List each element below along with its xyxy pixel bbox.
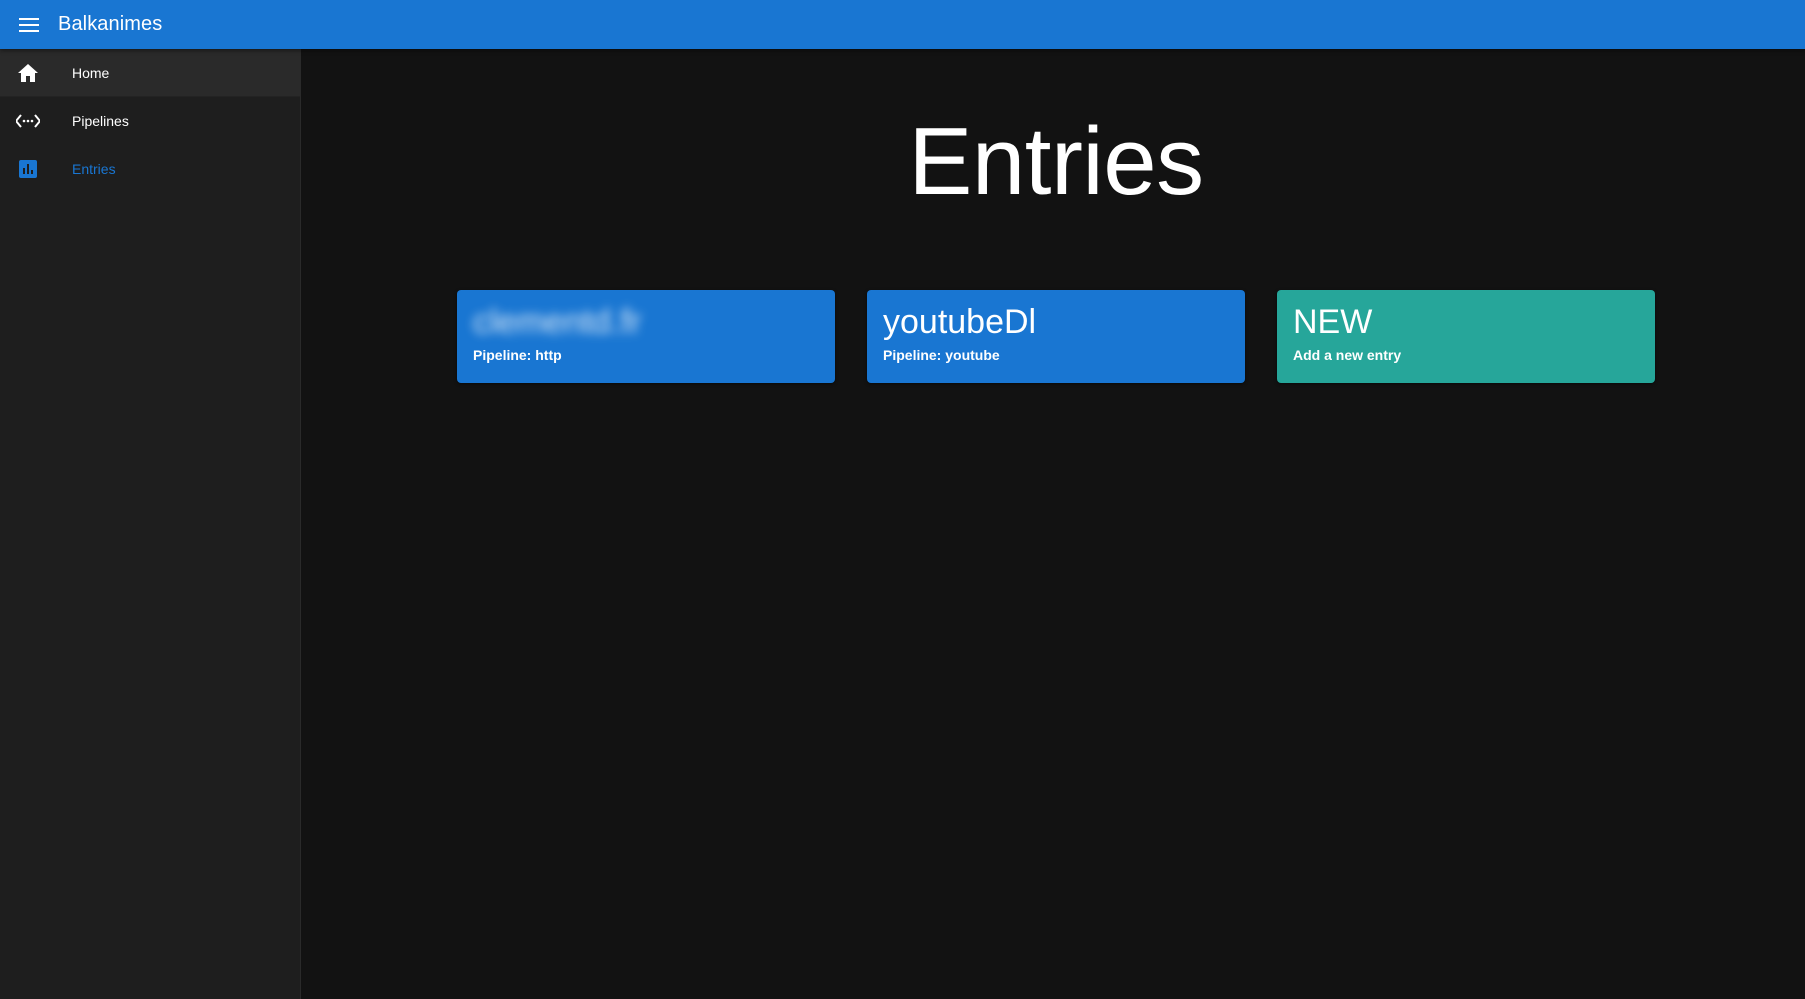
- card-subtitle: Pipeline: youtube: [883, 347, 1000, 363]
- sidebar-item-home[interactable]: Home: [0, 49, 300, 97]
- sidebar: Home Pipelines Entries: [0, 49, 301, 999]
- app-bar: Balkanimes: [0, 0, 1805, 49]
- bar-chart-icon: [0, 160, 56, 178]
- app-title: Balkanimes: [58, 13, 163, 35]
- sidebar-item-label: Entries: [72, 161, 116, 177]
- card-title: youtubeDl: [883, 303, 1037, 341]
- new-entry-card[interactable]: NEW Add a new entry: [1277, 290, 1655, 383]
- sidebar-item-label: Home: [72, 64, 110, 81]
- sidebar-item-pipelines[interactable]: Pipelines: [0, 97, 300, 145]
- menu-button[interactable]: [0, 0, 58, 49]
- sidebar-item-label: Pipelines: [72, 113, 129, 129]
- home-icon: [0, 63, 56, 82]
- card-subtitle: Add a new entry: [1293, 347, 1402, 363]
- main-content: Entries clementd.fr Pipeline: http youtu…: [301, 49, 1805, 999]
- sidebar-item-entries[interactable]: Entries: [0, 145, 300, 193]
- card-title: clementd.fr: [473, 303, 642, 341]
- page-title: Entries: [908, 108, 1204, 215]
- card-title: NEW: [1293, 303, 1373, 341]
- card-subtitle: Pipeline: http: [473, 347, 562, 363]
- code-arrows-icon: [0, 114, 56, 128]
- entry-card[interactable]: clementd.fr Pipeline: http: [457, 290, 835, 383]
- entry-card[interactable]: youtubeDl Pipeline: youtube: [867, 290, 1245, 383]
- menu-icon: [19, 17, 39, 32]
